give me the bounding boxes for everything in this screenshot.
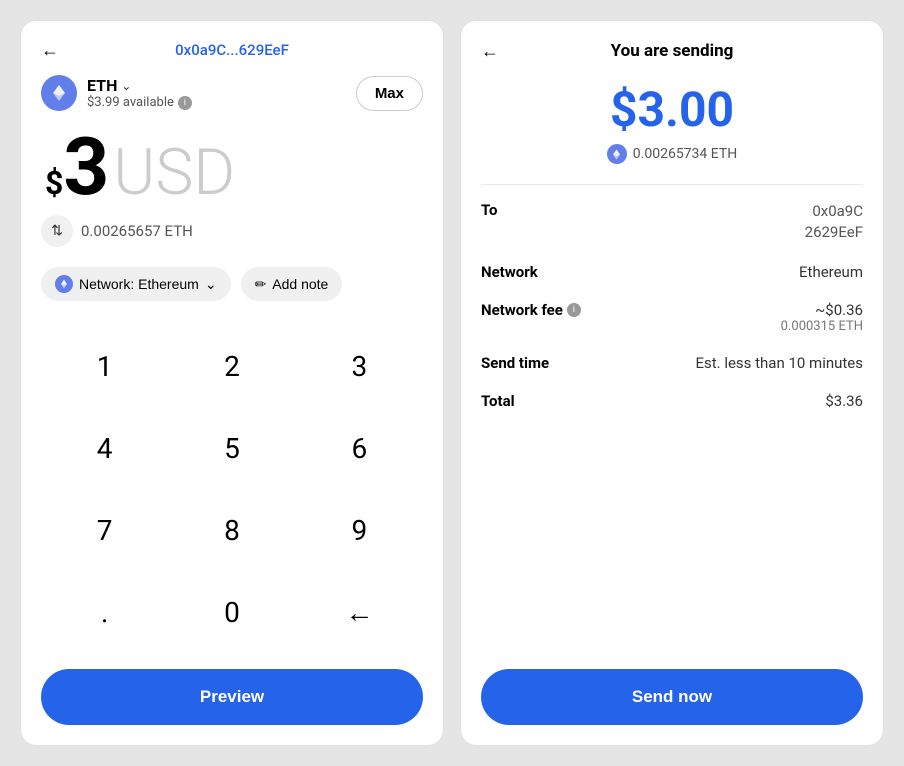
amount-display: $ 3 USD: [41, 127, 423, 207]
confirm-panel: ← You are sending $3.00 0.00265734 ETH T…: [460, 20, 884, 746]
numpad-3[interactable]: 3: [296, 325, 423, 407]
total-label: Total: [481, 392, 515, 410]
send-time-row: Send time Est. less than 10 minutes: [481, 354, 863, 372]
back-button-left[interactable]: ←: [41, 40, 59, 61]
token-info: ETH ⌄ $3.99 available i: [41, 75, 192, 111]
send-panel: ← 0x0a9C...629EeF ETH ⌄ $3.99 av: [20, 20, 444, 746]
amount-currency: USD: [113, 141, 235, 205]
action-row: Network: Ethereum ⌄ ✏ Add note: [41, 267, 423, 301]
fee-usd: ~$0.36: [781, 301, 863, 319]
total-row: Total $3.36: [481, 392, 863, 410]
left-header: ← 0x0a9C...629EeF: [41, 41, 423, 59]
send-time-label: Send time: [481, 354, 549, 372]
network-row: Network Ethereum: [481, 263, 863, 281]
network-chevron-icon: ⌄: [205, 276, 217, 293]
numpad-dot[interactable]: .: [41, 571, 168, 653]
fee-label: Network fee: [481, 301, 563, 319]
token-balance: $3.99 available i: [87, 95, 192, 110]
token-row: ETH ⌄ $3.99 available i Max: [41, 75, 423, 111]
fee-eth: 0.000315 ETH: [781, 319, 863, 334]
network-value: Ethereum: [799, 263, 863, 281]
pencil-icon: ✏: [255, 276, 267, 293]
fee-label-row: Network fee i: [481, 301, 581, 319]
token-chevron-icon: ⌄: [121, 79, 131, 93]
send-dollar-amount: $3.00: [481, 81, 863, 138]
eth-amount-row: ⇅ 0.00265657 ETH: [41, 215, 423, 247]
fee-values: ~$0.36 0.000315 ETH: [781, 301, 863, 334]
to-label: To: [481, 201, 498, 219]
network-eth-icon: [55, 275, 73, 293]
add-note-button[interactable]: ✏ Add note: [241, 267, 343, 301]
token-name-row[interactable]: ETH ⌄: [87, 76, 192, 95]
numpad-7[interactable]: 7: [41, 489, 168, 571]
to-address-line1: 0x0a9C: [805, 201, 863, 222]
numpad-9[interactable]: 9: [296, 489, 423, 571]
send-eth-row: 0.00265734 ETH: [481, 144, 863, 164]
eth-logo-icon: [41, 75, 77, 111]
wallet-address[interactable]: 0x0a9C...629EeF: [175, 41, 289, 59]
token-details: ETH ⌄ $3.99 available i: [87, 76, 192, 110]
numpad-6[interactable]: 6: [296, 407, 423, 489]
numpad-1[interactable]: 1: [41, 325, 168, 407]
preview-button[interactable]: Preview: [41, 669, 423, 725]
divider: [481, 184, 863, 185]
numpad-0[interactable]: 0: [168, 571, 295, 653]
to-address-line2: 2629EeF: [805, 222, 863, 243]
send-amount-large: $3.00: [481, 81, 863, 138]
numpad-4[interactable]: 4: [41, 407, 168, 489]
token-symbol: ETH: [87, 76, 117, 95]
balance-info-icon[interactable]: i: [178, 96, 192, 110]
back-button-right[interactable]: ←: [481, 41, 499, 62]
to-row: To 0x0a9C 2629EeF: [481, 201, 863, 243]
right-header: ← You are sending: [481, 41, 863, 61]
note-label: Add note: [272, 276, 328, 292]
dollar-sign: $: [45, 164, 63, 202]
amount-number: 3: [63, 127, 109, 207]
app-container: ← 0x0a9C...629EeF ETH ⌄ $3.99 av: [0, 0, 904, 766]
sending-title: You are sending: [611, 41, 734, 61]
send-eth-icon: [607, 144, 627, 164]
fee-info-icon[interactable]: i: [567, 303, 581, 317]
numpad-8[interactable]: 8: [168, 489, 295, 571]
numpad-5[interactable]: 5: [168, 407, 295, 489]
eth-amount-text: 0.00265657 ETH: [81, 222, 193, 240]
network-button[interactable]: Network: Ethereum ⌄: [41, 267, 231, 301]
spacer: [481, 430, 863, 669]
max-button[interactable]: Max: [356, 76, 423, 111]
send-time-value: Est. less than 10 minutes: [695, 354, 863, 372]
send-now-button[interactable]: Send now: [481, 669, 863, 725]
numpad-backspace[interactable]: ←: [296, 571, 423, 653]
network-label-right: Network: [481, 263, 538, 281]
total-value: $3.36: [825, 392, 863, 410]
fee-row: Network fee i ~$0.36 0.000315 ETH: [481, 301, 863, 334]
network-label: Network: Ethereum: [79, 276, 199, 292]
send-eth-amount: 0.00265734 ETH: [633, 146, 737, 162]
swap-icon[interactable]: ⇅: [41, 215, 73, 247]
to-address: 0x0a9C 2629EeF: [805, 201, 863, 243]
numpad-2[interactable]: 2: [168, 325, 295, 407]
numpad: 1 2 3 4 5 6 7 8 9 . 0 ←: [41, 325, 423, 653]
